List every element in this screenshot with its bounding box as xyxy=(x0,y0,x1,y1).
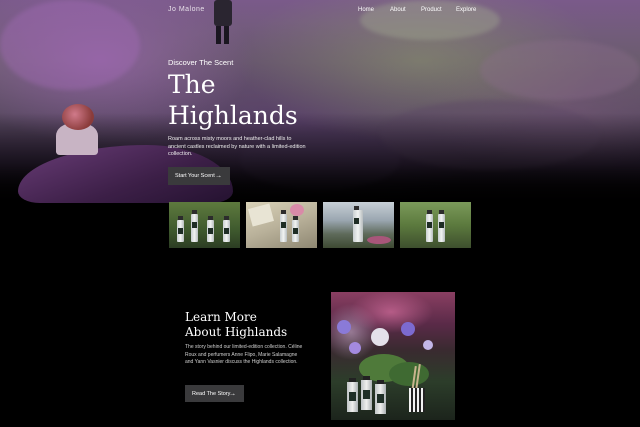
flower-icon xyxy=(337,320,351,334)
bottle-icon xyxy=(177,216,184,242)
about-section-title: Learn More About Highlands xyxy=(185,310,287,340)
product-thumb-3[interactable] xyxy=(323,202,394,248)
flower-icon xyxy=(349,342,361,354)
heather-patch xyxy=(380,100,600,170)
heather-patch xyxy=(360,0,500,40)
bottle-icon xyxy=(292,216,299,242)
start-your-scent-label: Start Your Scent xyxy=(175,173,215,179)
hero-eyebrow: Discover The Scent xyxy=(168,58,234,67)
feature-image xyxy=(331,292,455,420)
bottle-icon xyxy=(223,216,230,242)
flower-icon xyxy=(371,328,389,346)
product-thumb-1[interactable] xyxy=(169,202,240,248)
flower-icon xyxy=(401,322,415,336)
bottle-icon xyxy=(426,210,433,242)
nav-item-about[interactable]: About xyxy=(390,7,406,13)
hero-description: Roam across misty moors and heather-clad… xyxy=(168,136,306,157)
nav-item-home[interactable]: Home xyxy=(358,7,374,13)
nav-item-explore[interactable]: Explore xyxy=(456,7,476,13)
bottle-icon xyxy=(347,378,358,412)
hero-title-line1: The xyxy=(168,70,216,99)
bottle-icon xyxy=(361,376,372,410)
diffuser-bottle xyxy=(409,388,425,412)
product-thumb-4[interactable] xyxy=(400,202,471,248)
product-thumb-2[interactable] xyxy=(246,202,317,248)
bottle-icon xyxy=(191,210,198,242)
arrow-right-icon: → xyxy=(215,172,222,180)
flower-icon xyxy=(423,340,433,350)
about-description: The story behind our limited-edition col… xyxy=(185,344,303,365)
flower-icon xyxy=(367,236,391,244)
about-title-line2: About Highlands xyxy=(185,325,288,339)
flower-crown xyxy=(62,104,94,130)
flower-icon xyxy=(290,204,304,216)
hero-title: The Highlands xyxy=(168,69,298,131)
book-icon xyxy=(248,203,274,227)
bottle-icon xyxy=(280,210,287,242)
bottle-icon xyxy=(438,210,445,242)
bottle-icon xyxy=(353,206,363,242)
about-title-line1: Learn More xyxy=(185,310,257,324)
read-the-story-label: Read The Story xyxy=(192,390,231,397)
arrow-right-icon: → xyxy=(229,390,236,397)
read-the-story-button[interactable]: Read The Story → xyxy=(185,385,244,402)
bottle-icon xyxy=(207,216,214,242)
nav-item-product[interactable]: Product xyxy=(421,7,442,13)
bottle-icon xyxy=(375,380,386,414)
main-nav: Home About Product Explore xyxy=(0,7,640,17)
foliage xyxy=(389,362,429,386)
hero-background-image xyxy=(0,0,640,205)
hero-title-line2: Highlands xyxy=(168,101,298,130)
start-your-scent-button[interactable]: Start Your Scent → xyxy=(168,167,230,185)
heather-patch xyxy=(480,40,640,100)
